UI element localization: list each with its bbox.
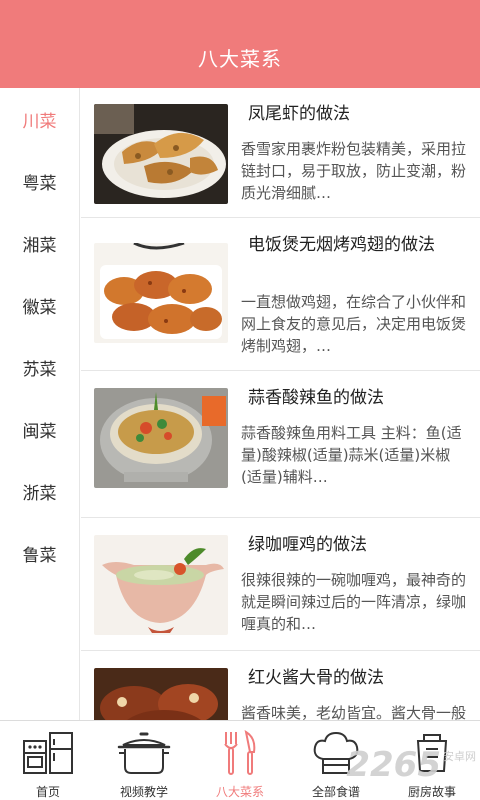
recipe-list: 凤尾虾的做法 香雪家用裹炸粉包装精美，采用拉链封口，易于取放，防止变潮，粉质光滑…	[81, 88, 480, 720]
site-watermark: 2265 安卓网	[346, 742, 476, 788]
sour-spicy-fish-image	[94, 388, 228, 488]
recipe-title: 蒜香酸辣鱼的做法	[248, 388, 384, 408]
sidebar-item-label: 苏菜	[22, 359, 57, 380]
recipe-description: 香雪家用裹炸粉包装精美，采用拉链封口，易于取放，防止变潮，粉质光滑细腻…	[241, 140, 466, 202]
recipe-card[interactable]: 电饭煲无烟烤鸡翅的做法 一直想做鸡翅，在综合了小伙伴和网上食友的意见后，决定用电…	[81, 219, 480, 371]
green-curry-chicken-image	[94, 535, 228, 635]
recipe-description: 蒜香酸辣鱼用料工具 主料：鱼(适量)酸辣椒(适量)蒜米(适量)米椒(适量)辅料…	[241, 424, 462, 486]
recipe-description: 酱香味美，老幼皆宜。酱大骨一般都用猪脚骨，今儿用	[241, 704, 466, 720]
recipe-title: 红火酱大骨的做法	[248, 668, 384, 688]
recipe-thumbnail	[94, 388, 228, 488]
tab-label: 视频教学	[119, 785, 168, 799]
sidebar-item-zhe[interactable]: 浙菜	[0, 460, 79, 522]
watermark-text: 2265	[346, 745, 441, 785]
sidebar-item-chuan[interactable]: 川菜	[0, 88, 79, 150]
watermark-subtext: 安卓网	[443, 750, 476, 763]
fried-shrimp-image	[94, 104, 228, 204]
pot-icon	[116, 729, 172, 777]
recipe-thumbnail	[94, 668, 228, 720]
braised-bones-image	[94, 668, 228, 720]
page-title: 八大菜系	[198, 47, 282, 71]
recipe-title: 电饭煲无烟烤鸡翅的做法	[248, 235, 435, 255]
sidebar-item-lu[interactable]: 鲁菜	[0, 522, 79, 584]
sidebar-item-label: 徽菜	[22, 297, 57, 318]
recipe-card[interactable]: 凤尾虾的做法 香雪家用裹炸粉包装精美，采用拉链封口，易于取放，防止变潮，粉质光滑…	[81, 88, 480, 218]
kitchen-icon	[20, 729, 76, 777]
recipe-thumbnail	[94, 535, 228, 635]
utensils-icon	[212, 729, 268, 777]
recipe-thumbnail	[94, 104, 228, 204]
sidebar-item-label: 浙菜	[22, 483, 57, 504]
chicken-wings-image	[94, 243, 228, 343]
recipe-card[interactable]: 红火酱大骨的做法 酱香味美，老幼皆宜。酱大骨一般都用猪脚骨，今儿用	[81, 652, 480, 720]
sidebar-item-hui[interactable]: 徽菜	[0, 274, 79, 336]
recipe-card[interactable]: 蒜香酸辣鱼的做法 蒜香酸辣鱼用料工具 主料：鱼(适量)酸辣椒(适量)蒜米(适量)…	[81, 372, 480, 518]
recipe-description: 很辣很辣的一碗咖喱鸡，最神奇的就是瞬间辣过后的一阵清凉，绿咖喱真的和…	[241, 571, 466, 633]
sidebar-item-su[interactable]: 苏菜	[0, 336, 79, 398]
sidebar-item-label: 湘菜	[22, 235, 57, 256]
recipe-title: 绿咖喱鸡的做法	[248, 535, 367, 555]
recipe-card[interactable]: 绿咖喱鸡的做法 很辣很辣的一碗咖喱鸡，最神奇的就是瞬间辣过后的一阵清凉，绿咖喱真…	[81, 519, 480, 651]
recipe-thumbnail	[94, 243, 228, 343]
tab-home[interactable]: 首页	[0, 721, 96, 800]
tab-video-tutorials[interactable]: 视频教学	[96, 721, 192, 800]
sidebar-item-label: 鲁菜	[22, 545, 57, 566]
sidebar-item-label: 粤菜	[22, 173, 57, 194]
recipe-title: 凤尾虾的做法	[248, 104, 350, 124]
sidebar-item-label: 闽菜	[22, 421, 57, 442]
cuisine-sidebar: 川菜 粤菜 湘菜 徽菜 苏菜 闽菜 浙菜 鲁菜	[0, 88, 80, 720]
recipe-description: 一直想做鸡翅，在综合了小伙伴和网上食友的意见后，决定用电饭煲烤制鸡翅，…	[241, 293, 466, 355]
sidebar-item-label: 川菜	[22, 111, 57, 132]
tab-eight-cuisines[interactable]: 八大菜系	[192, 721, 288, 800]
sidebar-item-xiang[interactable]: 湘菜	[0, 212, 79, 274]
sidebar-item-min[interactable]: 闽菜	[0, 398, 79, 460]
tab-label: 八大菜系	[215, 785, 264, 799]
sidebar-item-yue[interactable]: 粤菜	[0, 150, 79, 212]
tab-label: 首页	[35, 785, 60, 799]
app-header: 八大菜系	[0, 0, 480, 88]
